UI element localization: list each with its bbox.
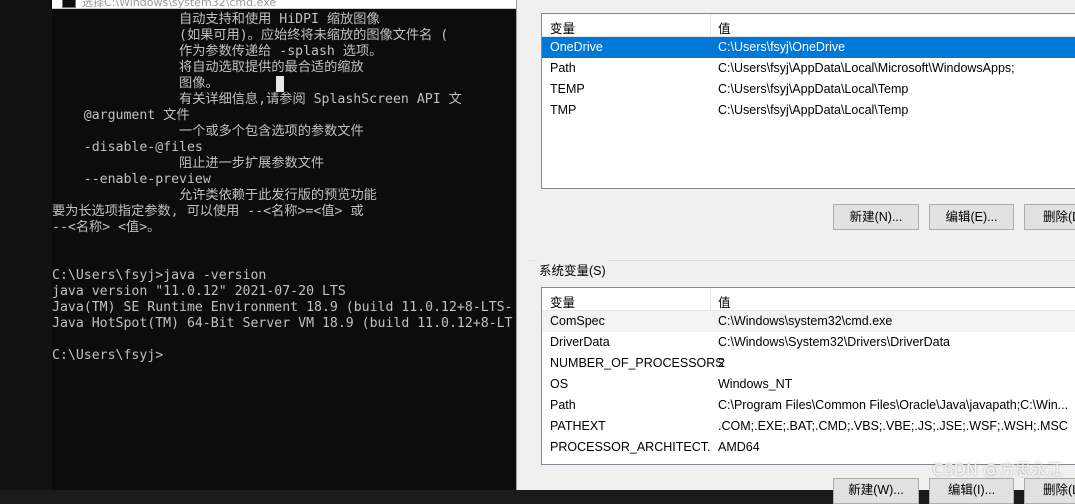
user-variables-header: 变量 值 bbox=[542, 14, 1075, 37]
user-delete-button[interactable]: 删除(D) bbox=[1024, 204, 1075, 230]
table-row[interactable]: PROCESSOR_ARCHITECT... AMD64 bbox=[542, 437, 1075, 458]
table-row[interactable]: OS Windows_NT bbox=[542, 374, 1075, 395]
column-separator[interactable] bbox=[710, 288, 711, 310]
console-line: 自动支持和使用 HiDPI 缩放图像 bbox=[52, 12, 380, 27]
variable-value: C:\Users\fsyj\AppData\Local\Temp bbox=[718, 103, 909, 117]
column-header-value[interactable]: 值 bbox=[718, 292, 731, 311]
variable-value: 2 bbox=[718, 356, 725, 370]
system-variables-label: 系统变量(S) bbox=[537, 260, 608, 279]
variable-name: NUMBER_OF_PROCESSORS bbox=[550, 356, 724, 370]
table-row[interactable]: ComSpec C:\Windows\system32\cmd.exe bbox=[542, 311, 1075, 332]
console-line: (如果可用)。应始终将未缩放的图像文件名 ( bbox=[52, 28, 449, 43]
table-row[interactable]: TEMP C:\Users\fsyj\AppData\Local\Temp bbox=[542, 79, 1075, 100]
console-app-icon bbox=[62, 0, 76, 8]
column-header-value[interactable]: 值 bbox=[718, 18, 731, 37]
console-line: java version "11.0.12" 2021-07-20 LTS bbox=[52, 284, 346, 299]
table-row[interactable]: Path C:\Users\fsyj\AppData\Local\Microso… bbox=[542, 58, 1075, 79]
system-variables-header: 变量 值 bbox=[542, 288, 1075, 311]
console-line: --<名称> <值>。 bbox=[52, 220, 161, 235]
table-row[interactable]: PATHEXT .COM;.EXE;.BAT;.CMD;.VBS;.VBE;.J… bbox=[542, 416, 1075, 437]
column-separator[interactable] bbox=[710, 14, 711, 36]
console-line: --enable-preview bbox=[52, 172, 211, 187]
variable-name: ComSpec bbox=[550, 314, 605, 328]
variable-value: C:\Users\fsyj\AppData\Local\Temp bbox=[718, 82, 909, 96]
console-output[interactable]: 自动支持和使用 HiDPI 缩放图像 (如果可用)。应始终将未缩放的图像文件名 … bbox=[52, 12, 513, 364]
user-edit-button[interactable]: 编辑(E)... bbox=[929, 204, 1014, 230]
console-title: 选择C:\Windows\system32\cmd.exe bbox=[82, 0, 277, 9]
system-delete-button[interactable]: 删除(L) bbox=[1024, 478, 1075, 504]
variable-value: C:\Windows\System32\Drivers\DriverData bbox=[718, 335, 950, 349]
variable-name: OS bbox=[550, 377, 569, 391]
console-titlebar[interactable]: 选择C:\Windows\system32\cmd.exe bbox=[52, 0, 516, 9]
console-line: Java HotSpot(TM) 64-Bit Server VM 18.9 (… bbox=[52, 316, 513, 331]
variable-name: PATHEXT bbox=[550, 419, 606, 433]
table-row[interactable]: NUMBER_OF_PROCESSORS 2 bbox=[542, 353, 1075, 374]
variable-value: C:\Windows\system32\cmd.exe bbox=[718, 314, 893, 328]
table-row[interactable]: TMP C:\Users\fsyj\AppData\Local\Temp bbox=[542, 100, 1075, 121]
system-variables-list[interactable]: 变量 值 ComSpec C:\Windows\system32\cmd.exe… bbox=[541, 287, 1075, 465]
console-cursor bbox=[276, 76, 284, 92]
column-header-variable[interactable]: 变量 bbox=[550, 292, 575, 311]
environment-variables-dialog: 变量 值 OneDrive C:\Users\fsyj\OneDrive Pat… bbox=[516, 0, 1075, 504]
variable-name: TEMP bbox=[550, 82, 585, 96]
csdn-watermark: CSDN @方思永江 bbox=[932, 460, 1063, 479]
variable-value: C:\Users\fsyj\OneDrive bbox=[718, 40, 846, 54]
table-row[interactable]: DriverData C:\Windows\System32\Drivers\D… bbox=[542, 332, 1075, 353]
variable-name: TMP bbox=[550, 103, 577, 117]
console-line: 将自动选取提供的最合适的缩放 bbox=[52, 60, 364, 75]
system-new-button[interactable]: 新建(W)... bbox=[833, 478, 919, 504]
variable-name: Path bbox=[550, 61, 576, 75]
variable-name: Path bbox=[550, 398, 576, 412]
group-separator bbox=[529, 260, 1075, 261]
console-line: 阻止进一步扩展参数文件 bbox=[52, 156, 325, 171]
variable-value: C:\Users\fsyj\AppData\Local\Microsoft\Wi… bbox=[718, 61, 1015, 75]
variable-name: PROCESSOR_ARCHITECT... bbox=[550, 440, 710, 454]
console-line: 允许类依赖于此发行版的预览功能 bbox=[52, 188, 377, 203]
console-window[interactable]: 选择C:\Windows\system32\cmd.exe 自动支持和使用 Hi… bbox=[52, 0, 516, 490]
user-variables-list[interactable]: 变量 值 OneDrive C:\Users\fsyj\OneDrive Pat… bbox=[541, 13, 1075, 189]
console-line: -disable-@files bbox=[52, 140, 203, 155]
console-line: 一个或多个包含选项的参数文件 bbox=[52, 124, 364, 139]
desktop-edge bbox=[0, 0, 52, 490]
table-row[interactable]: Path C:\Program Files\Common Files\Oracl… bbox=[542, 395, 1075, 416]
console-line: @argument 文件 bbox=[52, 108, 190, 123]
console-line: C:\Users\fsyj>java -version bbox=[52, 268, 267, 283]
column-header-variable[interactable]: 变量 bbox=[550, 18, 575, 37]
variable-value: AMD64 bbox=[718, 440, 760, 454]
console-line: C:\Users\fsyj> bbox=[52, 348, 164, 363]
system-edit-button[interactable]: 编辑(I)... bbox=[929, 478, 1014, 504]
variable-value: Windows_NT bbox=[718, 377, 793, 391]
variable-value: C:\Program Files\Common Files\Oracle\Jav… bbox=[718, 398, 1069, 412]
variable-name: OneDrive bbox=[550, 40, 603, 54]
variable-value: .COM;.EXE;.BAT;.CMD;.VBS;.VBE;.JS;.JSE;.… bbox=[718, 419, 1068, 433]
console-line: 作为参数传递给 -splash 选项。 bbox=[52, 44, 383, 59]
console-line: 有关详细信息,请参阅 SplashScreen API 文 bbox=[52, 92, 462, 107]
table-row[interactable]: OneDrive C:\Users\fsyj\OneDrive bbox=[542, 37, 1075, 58]
user-new-button[interactable]: 新建(N)... bbox=[833, 204, 919, 230]
console-line: Java(TM) SE Runtime Environment 18.9 (bu… bbox=[52, 300, 513, 315]
console-line: 要为长选项指定参数, 可以使用 --<名称>=<值> 或 bbox=[52, 204, 364, 219]
variable-name: DriverData bbox=[550, 335, 610, 349]
